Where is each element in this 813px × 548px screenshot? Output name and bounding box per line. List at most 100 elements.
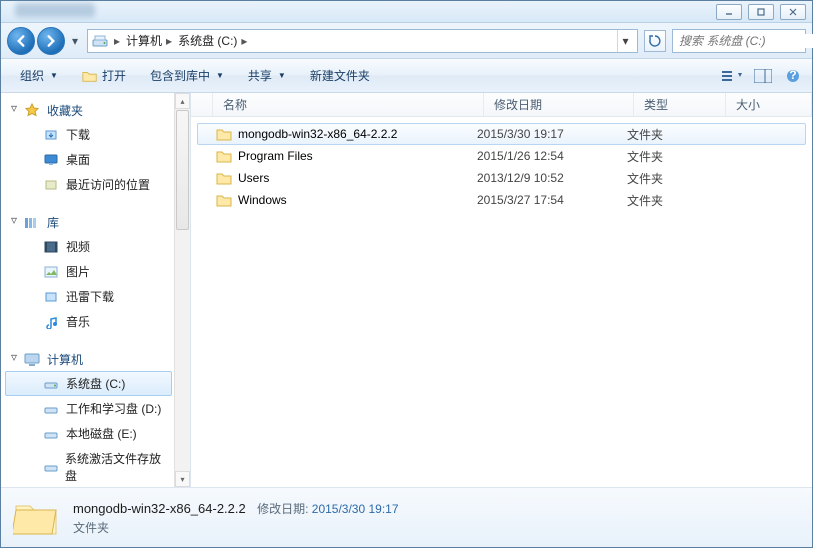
address-bar[interactable]: ▸ 计算机 ▸ 系统盘 (C:) ▸ ▾ — [87, 29, 638, 53]
folder-icon — [214, 127, 234, 141]
folder-icon — [214, 171, 234, 185]
breadcrumb[interactable]: 计算机 ▸ — [126, 32, 172, 49]
tree-header-computer[interactable]: ▿ 计算机 — [5, 348, 190, 371]
library-icon — [23, 215, 41, 231]
open-button[interactable]: 打开 — [71, 63, 137, 88]
music-icon — [42, 314, 60, 330]
computer-icon — [23, 352, 41, 368]
navigation-bar: ▾ ▸ 计算机 ▸ 系统盘 (C:) ▸ ▾ — [1, 23, 812, 59]
breadcrumb-computer[interactable]: 计算机 — [126, 32, 162, 49]
star-icon — [23, 103, 41, 119]
tree-label: 迅雷下载 — [66, 288, 114, 305]
tree-label: 桌面 — [66, 151, 90, 168]
chevron-down-icon[interactable]: ▿ — [9, 103, 19, 113]
search-box[interactable] — [672, 29, 806, 53]
include-in-library-button[interactable]: 包含到库中▼ — [139, 63, 235, 88]
recent-icon — [42, 177, 60, 193]
column-headers: 名称 修改日期 类型 大小 — [191, 93, 812, 117]
explorer-window: ▾ ▸ 计算机 ▸ 系统盘 (C:) ▸ ▾ 组织▼ 打 — [0, 0, 813, 548]
refresh-button[interactable] — [644, 30, 666, 52]
command-bar: 组织▼ 打开 包含到库中▼ 共享▼ 新建文件夹 ? — [1, 59, 812, 93]
tree-item-xunlei[interactable]: 迅雷下载 — [5, 284, 172, 309]
tree-item-desktop[interactable]: 桌面 — [5, 147, 172, 172]
sidebar-scrollbar[interactable]: ▴ ▾ — [174, 93, 190, 487]
drive-icon — [42, 426, 60, 442]
tree-item-recent[interactable]: 最近访问的位置 — [5, 172, 172, 197]
drive-icon — [92, 33, 108, 49]
tree-label: 计算机 — [47, 351, 83, 368]
window-title-blur — [15, 3, 95, 17]
navigation-tree: ▿ 收藏夹 下载 桌面 最近访问的位置 ▿ 库 视频 图片 迅雷下载 音乐 — [1, 93, 191, 487]
svg-text:?: ? — [789, 69, 796, 82]
new-folder-button[interactable]: 新建文件夹 — [299, 63, 381, 88]
tree-item-drive-d[interactable]: 工作和学习盘 (D:) — [5, 396, 172, 421]
minimize-button[interactable] — [716, 4, 742, 20]
preview-pane-button[interactable] — [752, 67, 774, 85]
organize-button[interactable]: 组织▼ — [9, 63, 69, 88]
details-meta-value: 2015/3/30 19:17 — [312, 502, 399, 516]
tree-item-drive-activation[interactable]: 系统激活文件存放盘 — [5, 446, 172, 487]
tree-label: 音乐 — [66, 313, 90, 330]
drive-icon — [42, 376, 60, 392]
content-area: ▿ 收藏夹 下载 桌面 最近访问的位置 ▿ 库 视频 图片 迅雷下载 音乐 — [1, 93, 812, 487]
tree-label: 系统激活文件存放盘 — [65, 450, 167, 484]
video-icon — [42, 239, 60, 255]
tree-item-pictures[interactable]: 图片 — [5, 259, 172, 284]
file-row[interactable]: Program Files2015/1/26 12:54文件夹 — [197, 145, 806, 167]
chevron-down-icon[interactable]: ▿ — [9, 215, 19, 225]
chevron-down-icon[interactable]: ▿ — [9, 352, 19, 362]
column-gutter — [191, 93, 213, 116]
breadcrumb[interactable]: 系统盘 (C:) ▸ — [178, 32, 247, 49]
scroll-up-button[interactable]: ▴ — [175, 93, 190, 109]
details-item-name: mongodb-win32-x86_64-2.2.2 — [73, 501, 246, 516]
file-name: Users — [234, 171, 477, 185]
back-button[interactable] — [7, 27, 35, 55]
file-list: mongodb-win32-x86_64-2.2.22015/3/30 19:1… — [191, 117, 812, 487]
column-type[interactable]: 类型 — [634, 93, 726, 116]
tree-item-drive-c[interactable]: 系统盘 (C:) — [5, 371, 172, 396]
view-options-button[interactable] — [722, 67, 744, 85]
folder-large-icon — [13, 495, 59, 541]
column-date[interactable]: 修改日期 — [484, 93, 634, 116]
maximize-button[interactable] — [748, 4, 774, 20]
forward-button[interactable] — [37, 27, 65, 55]
tree-item-downloads[interactable]: 下载 — [5, 122, 172, 147]
tree-item-videos[interactable]: 视频 — [5, 234, 172, 259]
scroll-track[interactable] — [175, 109, 190, 471]
tree-label: 库 — [47, 214, 59, 231]
file-row[interactable]: Users2013/12/9 10:52文件夹 — [197, 167, 806, 189]
address-dropdown[interactable]: ▾ — [617, 30, 633, 52]
tree-header-favorites[interactable]: ▿ 收藏夹 — [5, 99, 190, 122]
scroll-down-button[interactable]: ▾ — [175, 471, 190, 487]
tree-label: 下载 — [66, 126, 90, 143]
share-button[interactable]: 共享▼ — [237, 63, 297, 88]
search-input[interactable] — [673, 34, 813, 48]
tree-label: 收藏夹 — [47, 102, 83, 119]
details-item-type: 文件夹 — [73, 519, 399, 536]
column-size[interactable]: 大小 — [726, 93, 812, 116]
file-date: 2013/12/9 10:52 — [477, 171, 627, 185]
tree-label: 最近访问的位置 — [66, 176, 150, 193]
file-date: 2015/3/27 17:54 — [477, 193, 627, 207]
close-button[interactable] — [780, 4, 806, 20]
tree-item-music[interactable]: 音乐 — [5, 309, 172, 334]
tree-item-drive-e[interactable]: 本地磁盘 (E:) — [5, 421, 172, 446]
history-dropdown[interactable]: ▾ — [69, 34, 81, 48]
file-row[interactable]: mongodb-win32-x86_64-2.2.22015/3/30 19:1… — [197, 123, 806, 145]
tree-group-libraries: ▿ 库 视频 图片 迅雷下载 音乐 — [5, 211, 190, 334]
desktop-icon — [42, 152, 60, 168]
file-row[interactable]: Windows2015/3/27 17:54文件夹 — [197, 189, 806, 211]
file-date: 2015/1/26 12:54 — [477, 149, 627, 163]
tree-label: 工作和学习盘 (D:) — [66, 400, 161, 417]
column-name[interactable]: 名称 — [213, 93, 484, 116]
scroll-thumb[interactable] — [176, 110, 189, 230]
file-name: Program Files — [234, 149, 477, 163]
details-meta-label: 修改日期: — [257, 502, 308, 516]
tree-group-favorites: ▿ 收藏夹 下载 桌面 最近访问的位置 — [5, 99, 190, 197]
tree-header-libraries[interactable]: ▿ 库 — [5, 211, 190, 234]
help-button[interactable]: ? — [782, 67, 804, 85]
breadcrumb-drive-c[interactable]: 系统盘 (C:) — [178, 32, 237, 49]
downloads-icon — [42, 127, 60, 143]
tree-label: 图片 — [66, 263, 90, 280]
file-type: 文件夹 — [627, 148, 719, 165]
